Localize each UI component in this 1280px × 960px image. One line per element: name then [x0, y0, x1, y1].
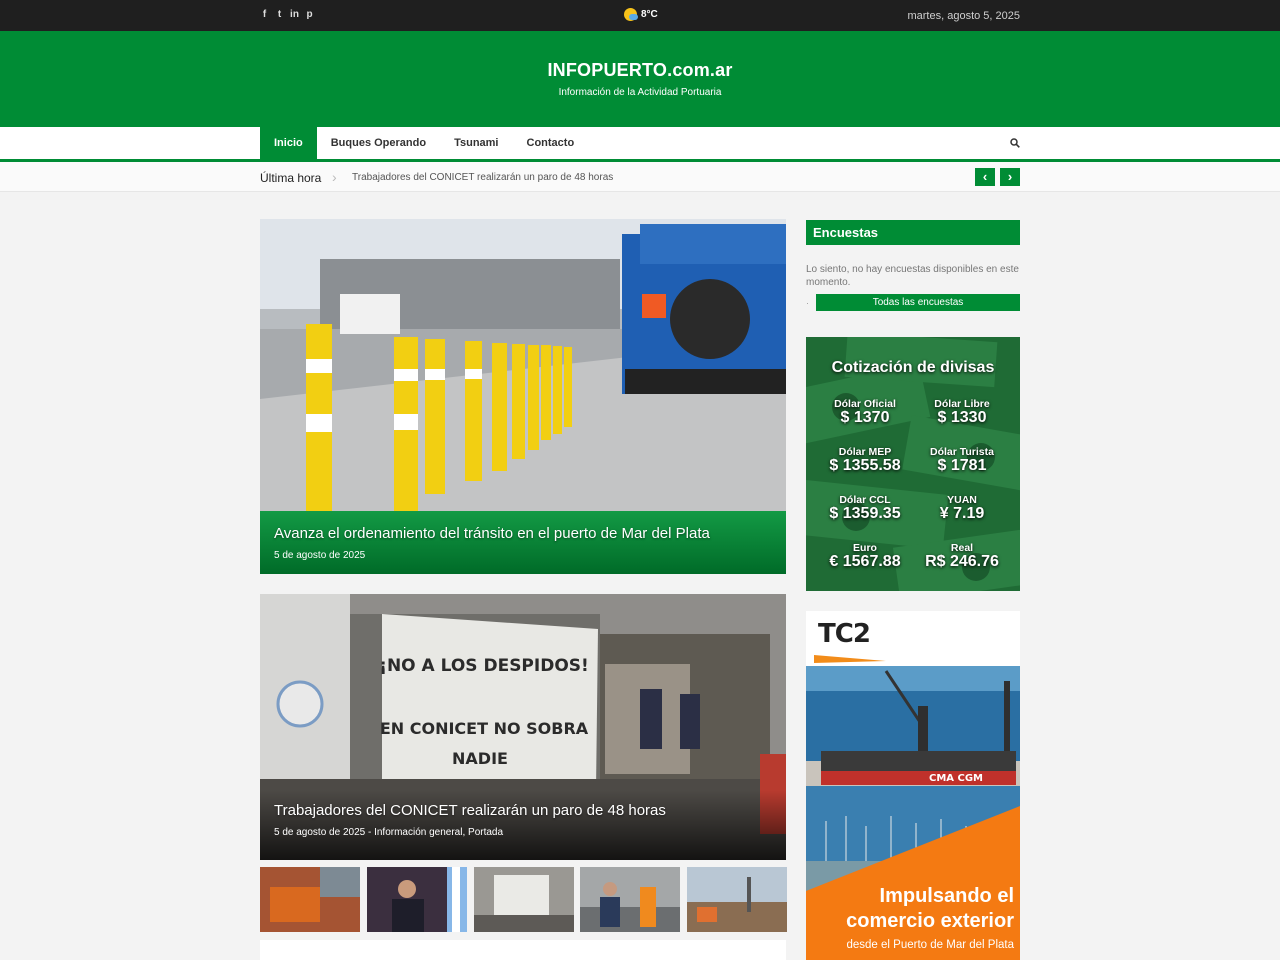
protest-sign-line3: NADIE	[452, 749, 508, 768]
polls-empty-message: Lo siento, no hay encuestas disponibles …	[806, 264, 1019, 288]
rate-dolar-mep: Dólar MEP $ 1355.58	[816, 446, 914, 475]
protest-sign-line2: EN CONICET NO SOBRA	[380, 719, 589, 738]
currency-widget: Cotización de divisas Dólar Oficial $ 13…	[806, 337, 1020, 591]
ad-headline-line2: comercio exterior	[846, 910, 1014, 932]
site-tagline: Información de la Actividad Portuaria	[558, 87, 722, 98]
rate-yuan: YUAN ¥ 7.19	[913, 494, 1011, 523]
post-title[interactable]: Trabajadores del CONICET realizarán un p…	[274, 802, 772, 819]
search-icon[interactable]	[1010, 138, 1020, 148]
pinterest-icon[interactable]: p	[305, 9, 314, 20]
rate-dolar-ccl: Dólar CCL $ 1359.35	[816, 494, 914, 523]
current-date: martes, agosto 5, 2025	[907, 10, 1020, 22]
rate-value: € 1567.88	[829, 553, 901, 570]
weather-widget: 8°C	[624, 8, 658, 21]
ad-headline: Impulsando el comercio exterior	[806, 884, 1020, 934]
rate-value: R$ 246.76	[925, 553, 999, 570]
weather-temp: 8°C	[641, 9, 658, 20]
chevron-right-icon: ›	[332, 169, 337, 185]
nav-item-contacto[interactable]: Contacto	[513, 127, 589, 159]
rate-real: Real R$ 246.76	[913, 542, 1011, 571]
ticker-next-button[interactable]: ›	[1000, 168, 1020, 186]
ticker-prev-button[interactable]: ‹	[975, 168, 995, 186]
breaking-news-ticker: Última hora › Trabajadores del CONICET r…	[0, 162, 1280, 192]
post-meta: 5 de agosto de 2025 - Información genera…	[274, 827, 504, 838]
rate-value: $ 1359.35	[829, 505, 901, 522]
bullet-icon: ·	[806, 298, 809, 308]
protest-sign-line1: ¡NO A LOS DESPIDOS!	[379, 656, 589, 676]
thumbnail-fishing-boat[interactable]	[260, 867, 360, 932]
top-bar: f t in p 8°C martes, agosto 5, 2025	[0, 0, 1280, 31]
rate-value: $ 1330	[937, 409, 987, 426]
thumbnail-workers[interactable]	[580, 867, 680, 932]
currency-widget-title: Cotización de divisas	[831, 359, 995, 376]
rate-value: $ 1355.58	[829, 457, 901, 474]
rate-value: $ 1781	[937, 457, 987, 474]
post-caption: Avanza el ordenamiento del tránsito en e…	[260, 511, 786, 574]
rate-value: ¥ 7.19	[939, 505, 985, 522]
polls-widget-title: Encuestas	[806, 220, 1020, 245]
rate-euro: Euro € 1567.88	[816, 542, 914, 571]
site-header: INFOPUERTO.com.ar Información de la Acti…	[0, 31, 1280, 127]
partly-sunny-icon	[624, 8, 638, 21]
post-caption: Trabajadores del CONICET realizarán un p…	[260, 790, 786, 860]
linkedin-icon[interactable]: in	[290, 9, 299, 20]
thumbnail-port[interactable]	[687, 867, 787, 932]
rate-dolar-oficial: Dólar Oficial $ 1370	[816, 398, 914, 427]
thumbnail-protest-sign[interactable]	[474, 867, 574, 932]
post-meta: 5 de agosto de 2025	[274, 550, 366, 561]
rate-value: $ 1370	[840, 409, 890, 426]
nav-item-inicio[interactable]: Inicio	[260, 127, 317, 159]
main-nav: Inicio Buques Operando Tsunami Contacto	[0, 127, 1280, 162]
secondary-post[interactable]: ¡NO A LOS DESPIDOS! EN CONICET NO SOBRA …	[260, 594, 786, 860]
all-polls-button[interactable]: Todas las encuestas	[816, 294, 1020, 311]
ticker-label: Última hora	[260, 171, 322, 185]
nav-item-tsunami[interactable]: Tsunami	[440, 127, 512, 159]
social-links: f t in p	[260, 9, 314, 20]
tc2-advertisement[interactable]: CMA CGM TC2 Impulsando el comercio exter…	[806, 611, 1020, 960]
facebook-icon[interactable]: f	[260, 9, 269, 20]
featured-post[interactable]: Avanza el ordenamiento del tránsito en e…	[260, 219, 786, 574]
tc2-logo: TC2	[818, 619, 871, 649]
post-image-traffic-bollards[interactable]	[260, 219, 786, 511]
ship-hull-text: CMA CGM	[929, 773, 983, 784]
next-post-card	[260, 940, 786, 960]
nav-item-buques-operando[interactable]: Buques Operando	[317, 127, 440, 159]
thumbnail-speaker-flag[interactable]	[367, 867, 467, 932]
rate-dolar-libre: Dólar Libre $ 1330	[913, 398, 1011, 427]
site-title[interactable]: INFOPUERTO.com.ar	[0, 60, 1280, 81]
ad-subline: desde el Puerto de Mar del Plata	[846, 939, 1015, 951]
rate-dolar-turista: Dólar Turista $ 1781	[913, 446, 1011, 475]
ticker-headline[interactable]: Trabajadores del CONICET realizarán un p…	[352, 172, 613, 183]
post-title[interactable]: Avanza el ordenamiento del tránsito en e…	[274, 525, 772, 542]
twitter-icon[interactable]: t	[275, 9, 284, 20]
ad-headline-line1: Impulsando el	[879, 885, 1014, 907]
